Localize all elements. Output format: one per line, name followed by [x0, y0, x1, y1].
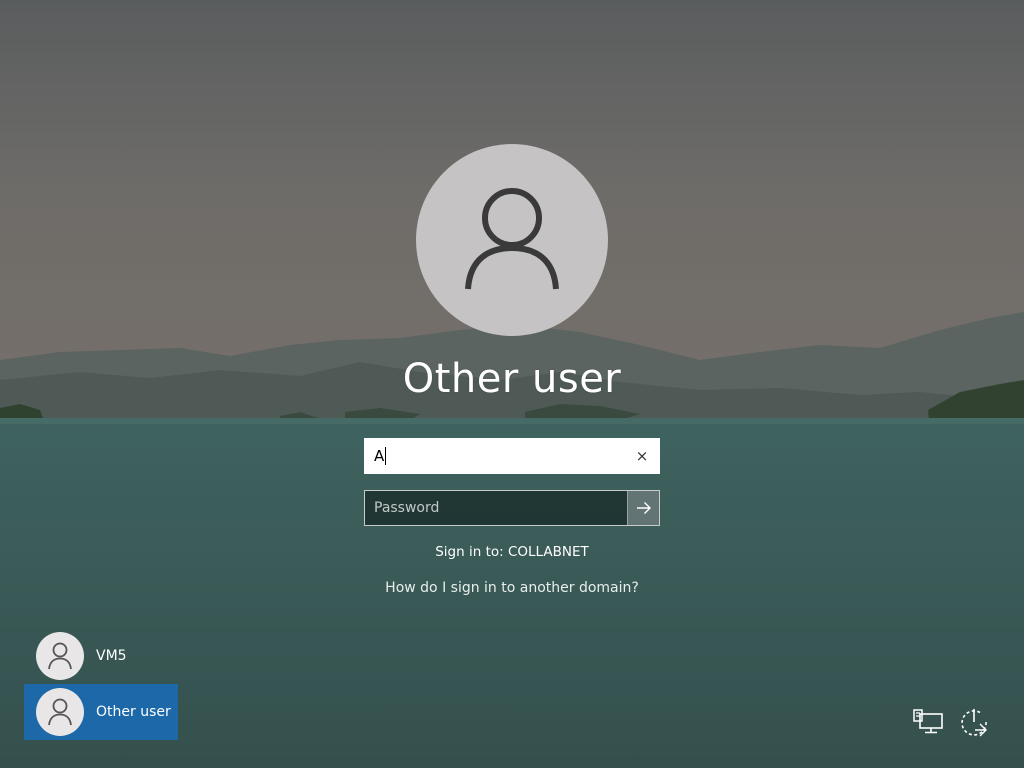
user-list: VM5 Other user [24, 628, 178, 740]
user-avatar-large [416, 144, 608, 336]
password-placeholder[interactable]: Password [365, 500, 627, 516]
network-button[interactable] [910, 704, 946, 740]
password-field[interactable]: Password [364, 490, 660, 526]
username-field[interactable]: A × [364, 438, 660, 474]
sign-in-domain-label: Sign in to: COLLABNET [435, 544, 589, 560]
user-name: Other user [96, 704, 171, 720]
submit-button[interactable] [627, 491, 659, 525]
power-button[interactable] [956, 704, 992, 740]
another-domain-link[interactable]: How do I sign in to another domain? [312, 580, 712, 596]
person-icon [48, 642, 72, 670]
user-list-item-vm5[interactable]: VM5 [24, 628, 178, 684]
user-list-item-other-user[interactable]: Other user [24, 684, 178, 740]
arrow-right-icon [636, 502, 651, 514]
avatar [36, 688, 84, 736]
clear-username-button[interactable]: × [626, 440, 658, 472]
person-icon [48, 698, 72, 726]
username-value: A [374, 447, 385, 465]
selected-user-name: Other user [402, 356, 622, 402]
person-icon [465, 188, 559, 290]
power-icon [961, 709, 987, 737]
network-icon [913, 709, 943, 734]
user-name: VM5 [96, 648, 127, 664]
text-caret [385, 447, 387, 465]
username-input[interactable]: A [366, 447, 626, 465]
avatar [36, 632, 84, 680]
close-icon: × [635, 447, 649, 465]
